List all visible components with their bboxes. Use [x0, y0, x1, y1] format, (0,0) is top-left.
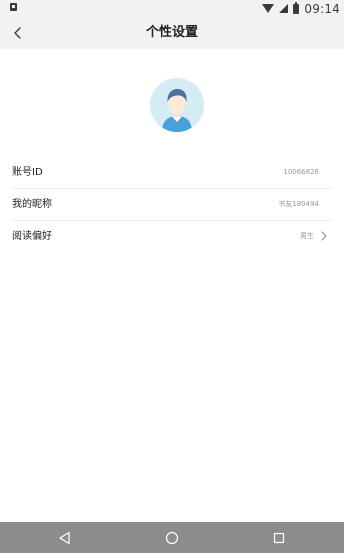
battery-icon	[293, 1, 300, 14]
setting-value: 男生	[300, 232, 314, 240]
setting-label: 阅读偏好	[12, 231, 52, 242]
signal-icon	[279, 4, 289, 13]
circle-home-icon	[165, 531, 179, 545]
setting-label: 我的昵称	[12, 199, 52, 210]
wifi-icon	[262, 4, 275, 13]
avatar[interactable]	[150, 78, 204, 132]
setting-row-nickname[interactable]: 我的昵称 书友180494	[12, 189, 332, 221]
screen: 09:14 个性设置 账号ID 10066826 我的昵称 书友180494 阅…	[0, 0, 344, 553]
settings-list: 账号ID 10066826 我的昵称 书友180494 阅读偏好 男生	[0, 157, 344, 252]
status-icons: 09:14	[262, 0, 340, 17]
status-bar: 09:14	[0, 0, 344, 17]
setting-label: 账号ID	[12, 167, 43, 178]
setting-value: 书友180494	[278, 200, 319, 208]
chevron-right-icon	[318, 230, 330, 242]
status-time: 09:14	[304, 1, 340, 16]
page-title: 个性设置	[145, 25, 198, 40]
setting-value: 10066826	[283, 168, 319, 176]
notification-icon	[10, 3, 17, 11]
square-recents-icon	[273, 532, 285, 544]
setting-row-account-id: 账号ID 10066826	[12, 157, 332, 189]
chevron-left-icon	[14, 27, 21, 39]
system-recents-button[interactable]	[270, 529, 288, 547]
back-button[interactable]	[8, 23, 28, 43]
system-back-button[interactable]	[56, 529, 74, 547]
setting-row-reading-preference[interactable]: 阅读偏好 男生	[12, 221, 332, 252]
triangle-back-icon	[59, 531, 70, 545]
header-bar: 个性设置	[0, 17, 344, 49]
system-home-button[interactable]	[163, 529, 181, 547]
default-user-avatar-icon	[150, 78, 204, 132]
system-navigation-bar	[0, 522, 344, 553]
